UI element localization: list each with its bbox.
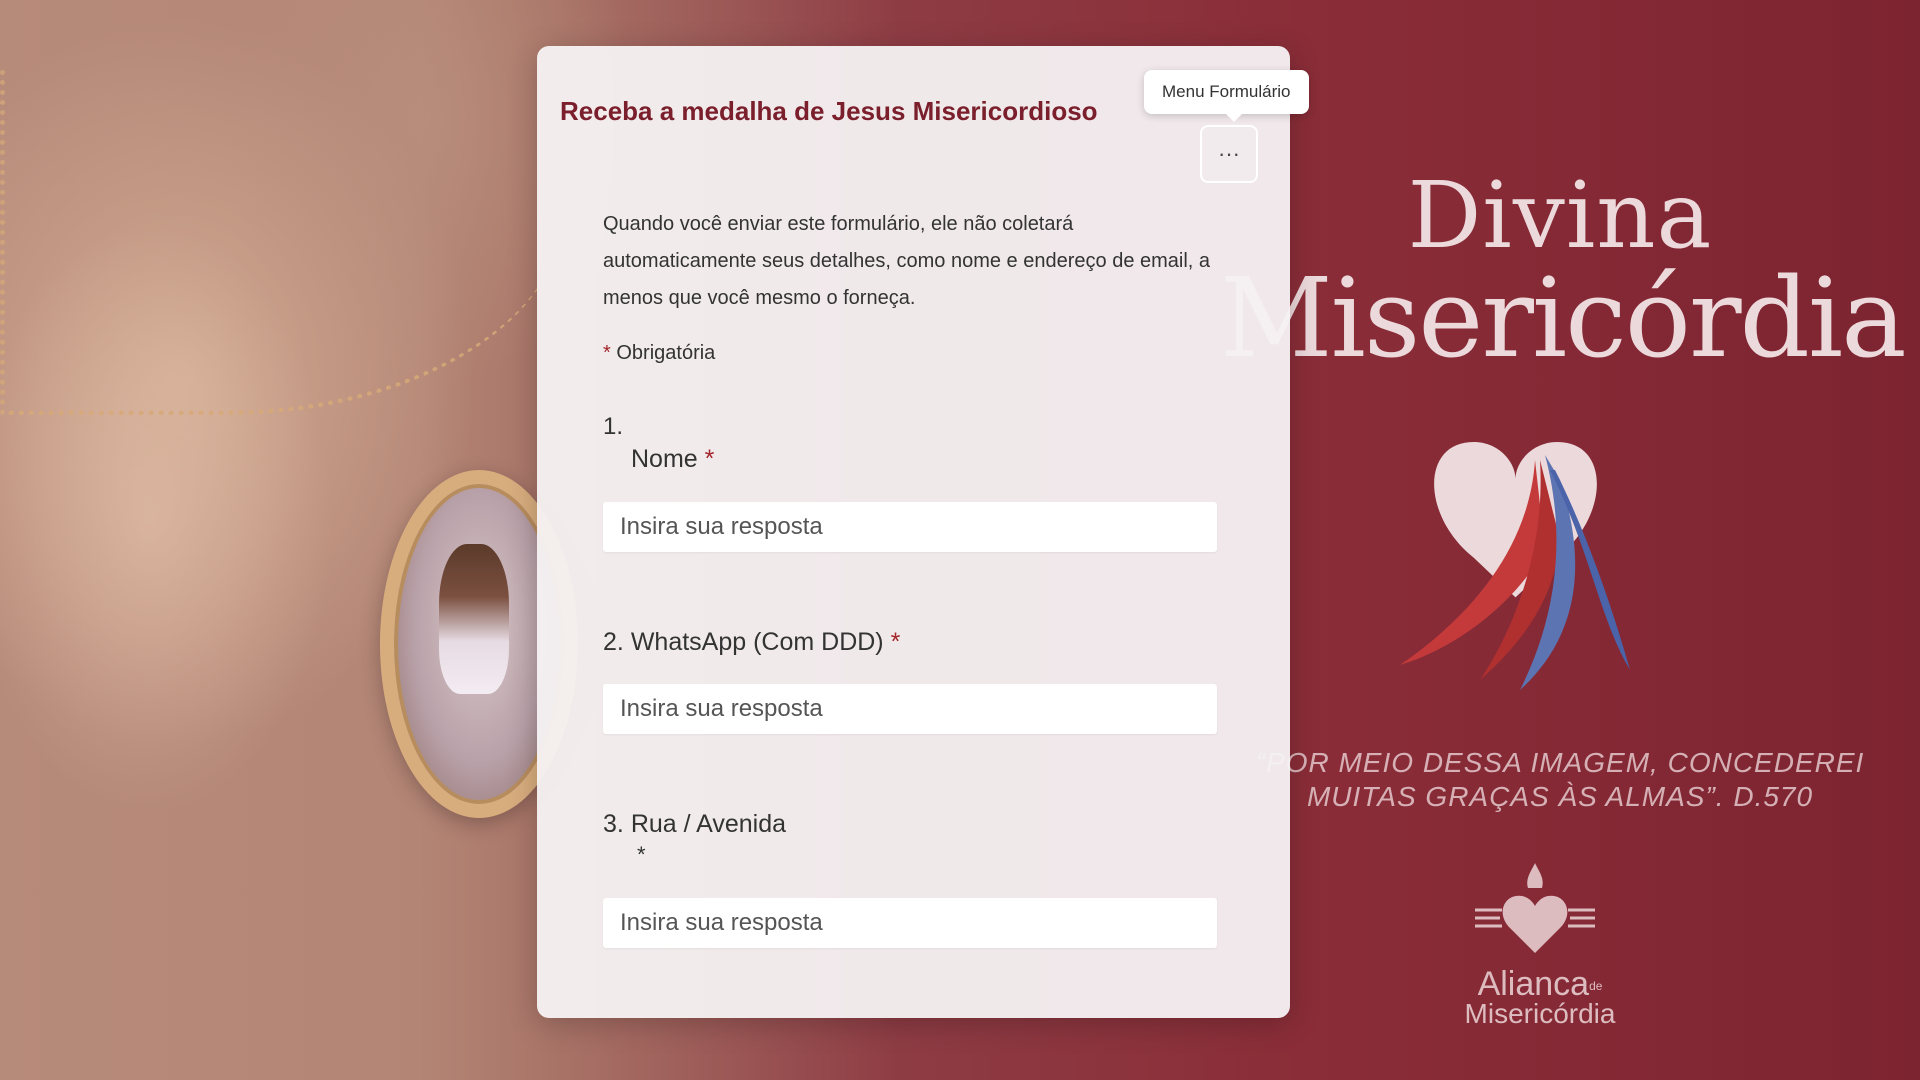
menu-tooltip: Menu Formulário <box>1144 70 1309 122</box>
form-menu-button[interactable]: ··· <box>1200 125 1258 183</box>
alianca-logo-text: Aliancade Misericórdia <box>1430 967 1650 1030</box>
form-title: Receba a medalha de Jesus Misericordioso <box>560 96 1098 126</box>
logo-de: de <box>1589 979 1603 994</box>
question-1-number: 1. <box>603 413 624 440</box>
required-legend: * Obrigatória <box>603 342 715 365</box>
question-3-number: 3. <box>603 810 624 838</box>
question-1-text: Nome <box>631 445 698 473</box>
required-label: Obrigatória <box>616 342 716 364</box>
nome-input[interactable] <box>603 502 1217 552</box>
question-2-label: 2. WhatsApp (Com DDD) * <box>603 628 900 657</box>
rua-avenida-input[interactable] <box>603 898 1217 948</box>
heart-rays-icon <box>1360 400 1660 700</box>
question-1-label: Nome * <box>631 445 714 474</box>
brand-line-1: Divina <box>1407 162 1713 269</box>
question-1-required: * <box>704 445 715 473</box>
quote-line-2: MUITAS GRAÇAS ÀS ALMAS”. D.570 <box>1306 781 1814 812</box>
jesus-figure <box>439 544 509 694</box>
question-3-required: * <box>637 842 646 867</box>
privacy-notice: Quando você enviar este formulário, ele … <box>603 213 1211 309</box>
question-3-text: Rua / Avenida <box>630 810 787 838</box>
brand-title: Divina Misericórdia <box>1220 162 1907 382</box>
question-2-text: WhatsApp (Com DDD) <box>630 628 884 656</box>
form-card: Receba a medalha de Jesus Misericordioso… <box>537 46 1290 1018</box>
logo-line-2: Misericórdia <box>1464 998 1616 1030</box>
question-3-label: 3. Rua / Avenida <box>603 810 786 839</box>
bible-quote: “POR MEIO DESSA IMAGEM, CONCEDEREI MUITA… <box>1210 746 1910 814</box>
quote-line-1: “POR MEIO DESSA IMAGEM, CONCEDEREI <box>1255 747 1865 778</box>
sacred-heart-icon <box>1470 858 1600 968</box>
more-horizontal-icon: ··· <box>1218 141 1240 166</box>
brand-line-2: Misericórdia <box>1220 254 1907 382</box>
required-star: * <box>603 342 611 364</box>
question-2-number: 2. <box>603 628 624 656</box>
question-2-required: * <box>890 628 901 656</box>
whatsapp-input[interactable] <box>603 684 1217 734</box>
